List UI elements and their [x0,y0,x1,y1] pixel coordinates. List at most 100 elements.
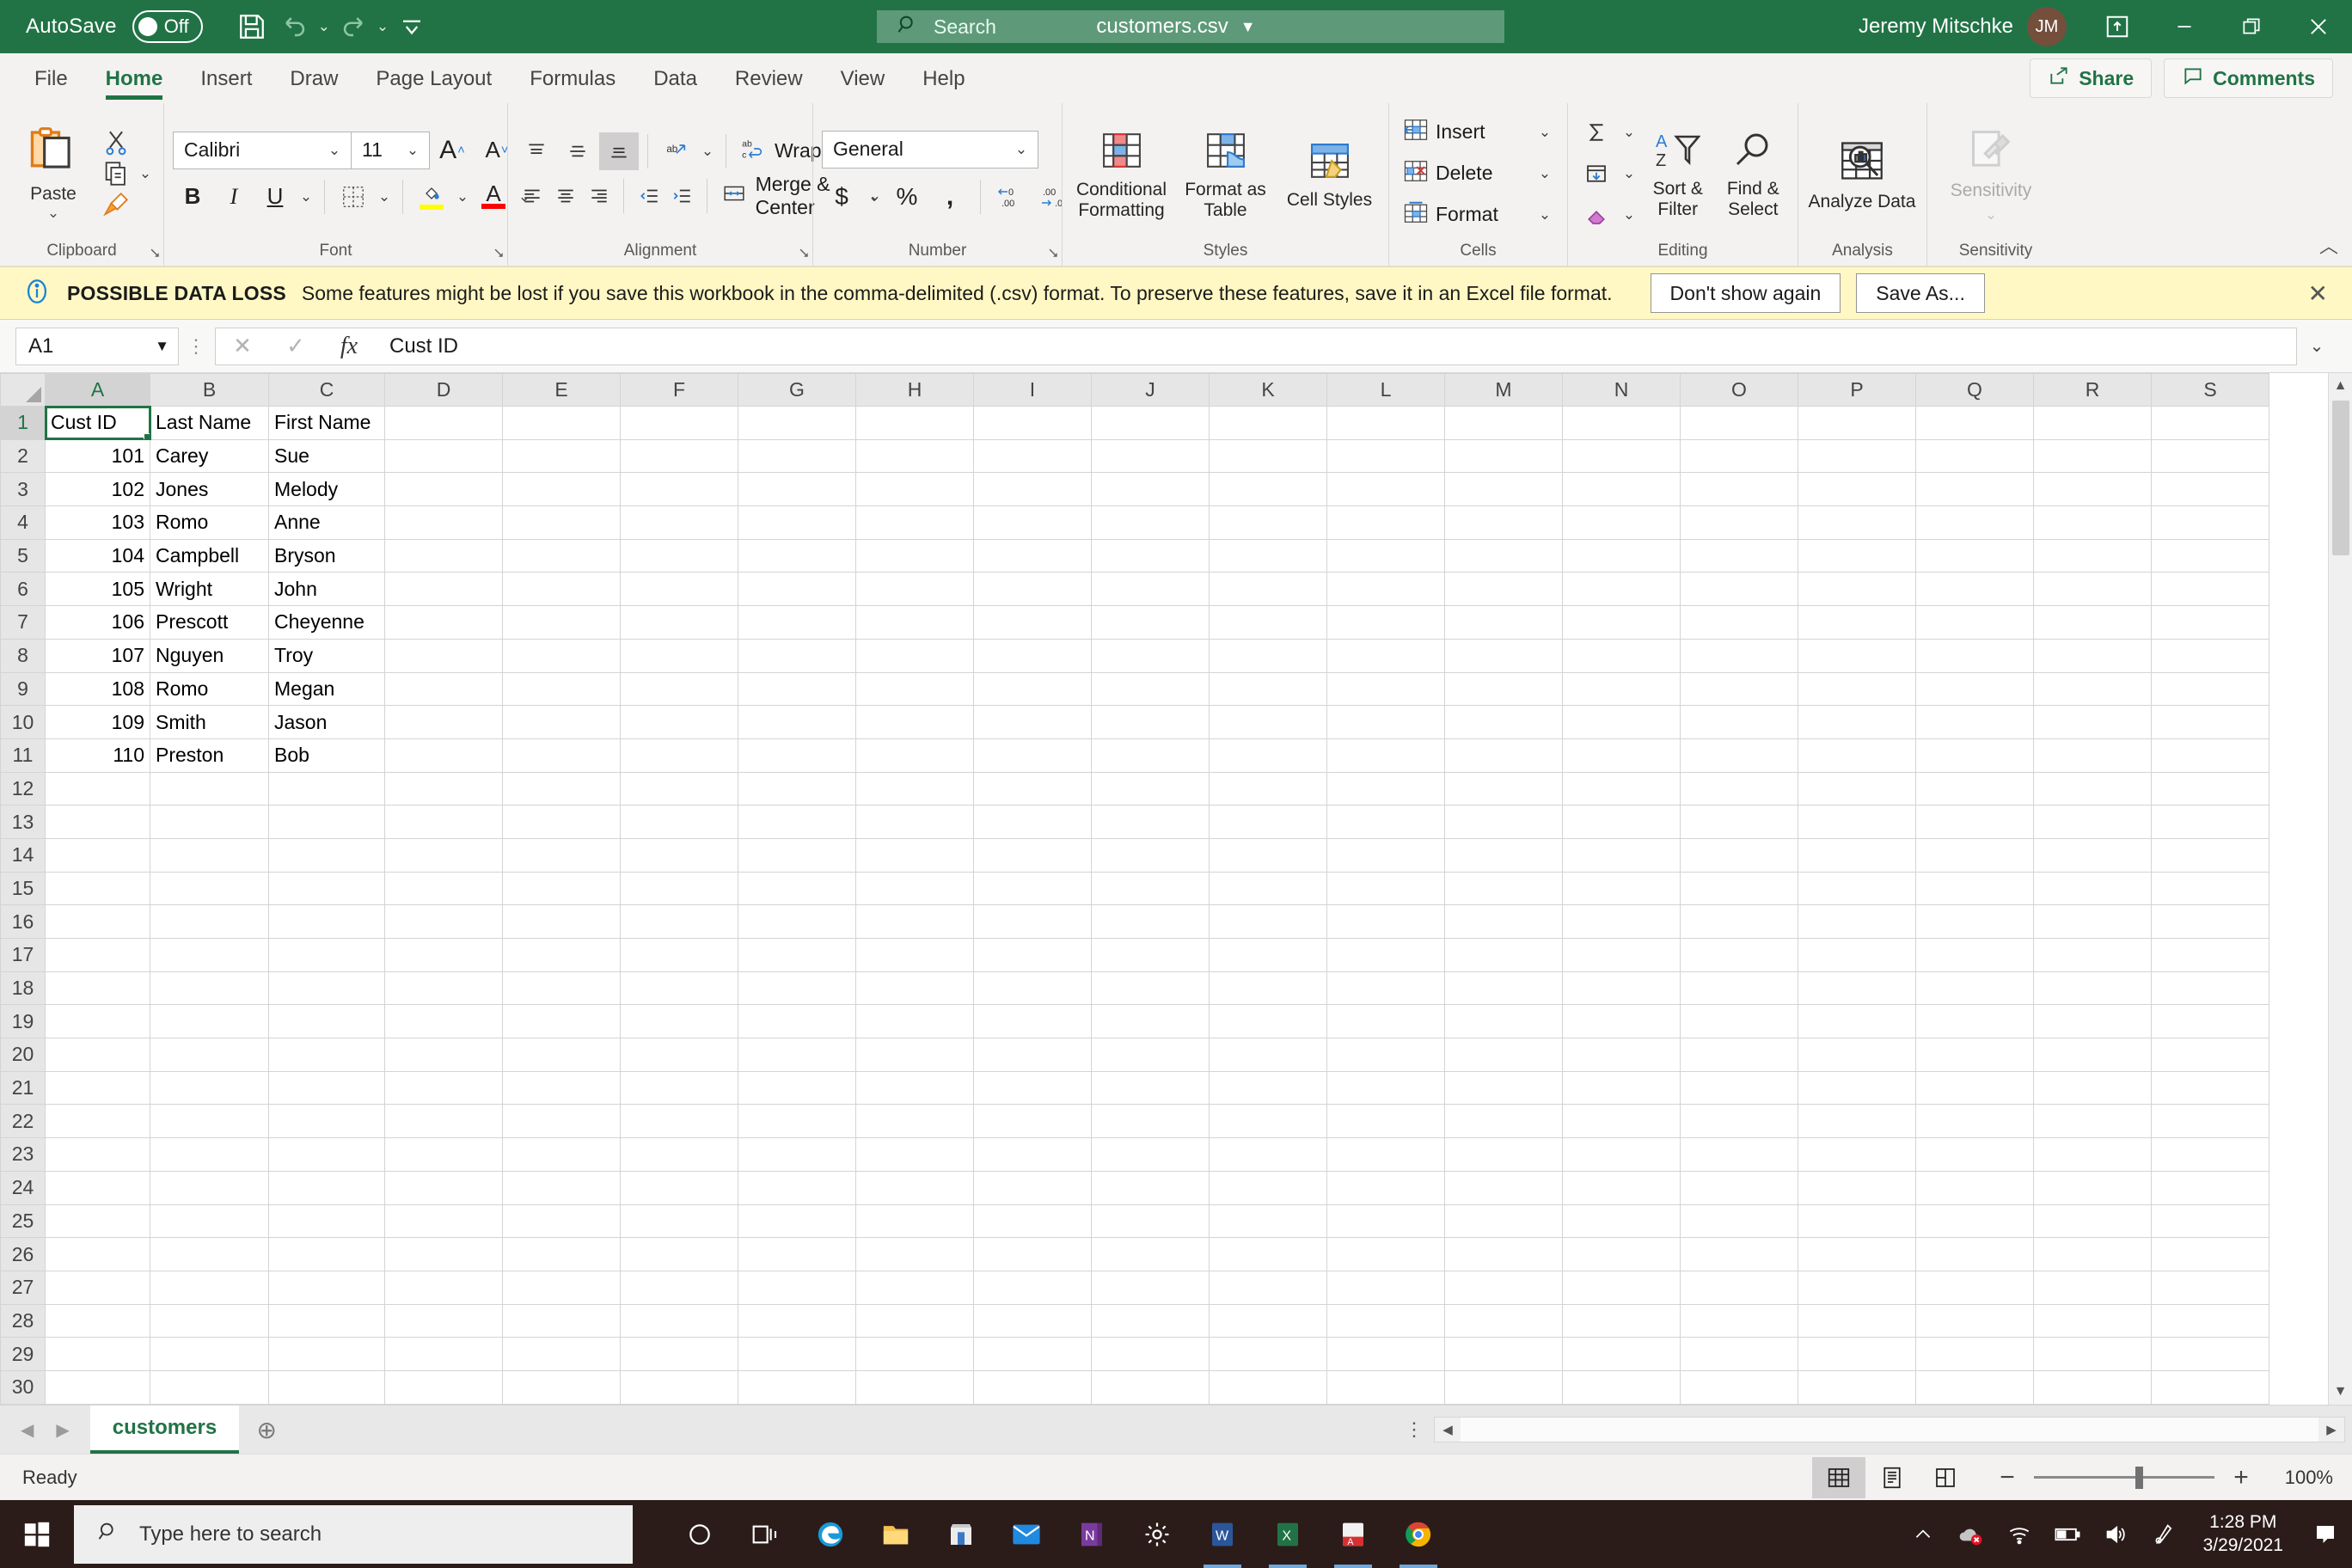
pen-menu-icon[interactable] [2140,1500,2188,1568]
cell-N15[interactable] [1562,871,1681,906]
cell-R27[interactable] [2033,1270,2152,1305]
cell-F12[interactable] [620,771,738,806]
cell-A10[interactable]: 109 [45,705,150,739]
cell-E17[interactable] [502,938,621,972]
cell-G22[interactable] [738,1104,856,1139]
wifi-icon[interactable] [1995,1500,2043,1568]
cell-K23[interactable] [1209,1137,1327,1172]
row-header-11[interactable]: 11 [0,738,46,773]
cell-G12[interactable] [738,771,856,806]
quick-access-more-icon[interactable] [392,7,432,46]
cell-F2[interactable] [620,438,738,474]
cell-P7[interactable] [1798,605,1916,640]
cell-O26[interactable] [1680,1237,1798,1271]
cell-A6[interactable]: 105 [45,572,150,607]
cell-Q20[interactable] [1915,1038,2034,1072]
page-layout-view-icon[interactable] [1865,1457,1919,1498]
cell-S2[interactable] [2151,438,2269,474]
row-header-7[interactable]: 7 [0,605,46,640]
cell-S27[interactable] [2151,1270,2269,1305]
percent-icon[interactable]: % [887,177,927,217]
cell-N26[interactable] [1562,1237,1681,1271]
borders-icon[interactable] [334,177,373,217]
cell-C20[interactable] [268,1038,385,1072]
cell-J26[interactable] [1091,1237,1210,1271]
cell-E19[interactable] [502,1004,621,1039]
cell-C26[interactable] [268,1237,385,1271]
mail-icon[interactable] [994,1500,1059,1568]
cell-B30[interactable] [150,1369,269,1405]
cell-B21[interactable] [150,1070,269,1106]
cell-E22[interactable] [502,1104,621,1139]
cell-I15[interactable] [973,871,1092,906]
column-header-m[interactable]: M [1444,373,1563,407]
cell-A19[interactable] [45,1004,150,1039]
cell-K25[interactable] [1209,1204,1327,1239]
cell-F3[interactable] [620,472,738,507]
cell-J16[interactable] [1091,904,1210,939]
cell-O4[interactable] [1680,505,1798,540]
cell-I30[interactable] [973,1369,1092,1405]
cell-K30[interactable] [1209,1369,1327,1405]
cell-N9[interactable] [1562,671,1681,707]
cell-S16[interactable] [2151,904,2269,939]
cell-Q24[interactable] [1915,1170,2034,1205]
cell-I18[interactable] [973,971,1092,1006]
cell-R20[interactable] [2033,1038,2152,1072]
cell-J7[interactable] [1091,605,1210,640]
cell-D12[interactable] [384,771,503,806]
align-right-icon[interactable] [584,177,616,215]
cell-E9[interactable] [502,671,621,707]
cell-K10[interactable] [1209,705,1327,739]
row-header-26[interactable]: 26 [0,1237,46,1271]
cell-J6[interactable] [1091,572,1210,607]
google-chrome-icon[interactable] [1386,1500,1451,1568]
cell-N18[interactable] [1562,971,1681,1006]
cell-B13[interactable] [150,805,269,839]
cell-K21[interactable] [1209,1070,1327,1106]
column-header-s[interactable]: S [2151,373,2269,407]
column-header-l[interactable]: L [1326,373,1445,407]
cell-F9[interactable] [620,671,738,707]
battery-icon[interactable] [2043,1500,2092,1568]
cell-H9[interactable] [855,671,974,707]
cell-S20[interactable] [2151,1038,2269,1072]
cell-P2[interactable] [1798,438,1916,474]
undo-chevron-down-icon[interactable]: ⌄ [318,18,330,35]
underline-button[interactable]: U [255,177,295,217]
cell-P27[interactable] [1798,1270,1916,1305]
cell-R10[interactable] [2033,705,2152,739]
font-size-combo[interactable]: 11 ⌄ [351,131,430,169]
format-chevron-down-icon[interactable]: ⌄ [1535,206,1554,224]
cell-G13[interactable] [738,805,856,839]
notification-center-icon[interactable] [2299,1522,2352,1547]
zoom-slider[interactable] [2034,1467,2214,1489]
cell-I16[interactable] [973,904,1092,939]
decrease-indent-icon[interactable] [633,177,665,215]
font-name-chevron-down-icon[interactable]: ⌄ [325,142,344,159]
cell-F27[interactable] [620,1270,738,1305]
cell-A1[interactable]: Cust ID [44,405,151,441]
cell-P23[interactable] [1798,1137,1916,1172]
cortana-icon[interactable] [667,1500,732,1568]
cell-A21[interactable] [45,1070,150,1106]
avatar[interactable]: JM [2027,7,2067,46]
cell-H12[interactable] [855,771,974,806]
column-header-i[interactable]: I [973,373,1092,407]
orientation-chevron-down-icon[interactable]: ⌄ [698,143,717,160]
cell-N8[interactable] [1562,638,1681,673]
file-explorer-icon[interactable] [863,1500,928,1568]
cell-S30[interactable] [2151,1369,2269,1405]
column-header-g[interactable]: G [738,373,856,407]
fill-chevron-down-icon[interactable]: ⌄ [1620,165,1638,182]
cell-P13[interactable] [1798,805,1916,839]
cell-Q18[interactable] [1915,971,2034,1006]
cell-S11[interactable] [2151,738,2269,773]
add-sheet-icon[interactable]: ⊕ [239,1416,294,1444]
cell-I23[interactable] [973,1137,1092,1172]
cell-N14[interactable] [1562,837,1681,873]
cell-O6[interactable] [1680,572,1798,607]
cell-A11[interactable]: 110 [45,738,150,773]
cell-M1[interactable] [1444,406,1563,440]
share-button[interactable]: Share [2030,58,2153,98]
